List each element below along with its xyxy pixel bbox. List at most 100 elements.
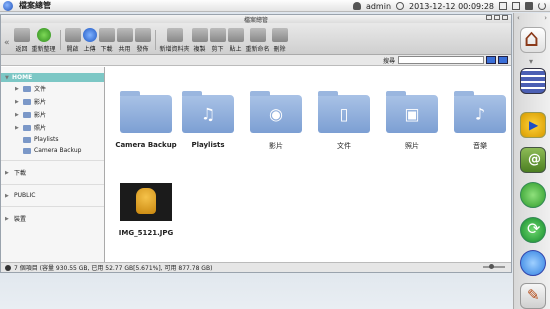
sidebar-group-devices[interactable]: ▶ 裝置 [1, 211, 104, 226]
file-grid: Camera Backup ♫ Playlists ◉ 影片 ▯ 文件 ▣ 照片… [105, 67, 511, 262]
tree-item-label: 照片 [34, 125, 47, 132]
expand-icon[interactable]: ▶ [5, 170, 10, 176]
nav-left-icon[interactable]: « [4, 38, 10, 48]
tree-item-label: 文件 [34, 86, 47, 93]
upload-icon [82, 28, 97, 42]
new-folder-button[interactable]: 新增資料夾 [160, 24, 190, 54]
maximize-button[interactable] [494, 15, 500, 20]
folder-playlists[interactable]: ♫ Playlists [173, 91, 243, 149]
rss-icon[interactable] [525, 2, 533, 10]
window-titlebar[interactable]: 檔案總管 [1, 15, 511, 24]
scissors-icon [209, 28, 226, 42]
tree-item[interactable]: Camera Backup [1, 145, 104, 156]
open-button[interactable]: 開啟 [64, 24, 81, 54]
tree-item-label: 影片 [34, 99, 47, 106]
clock-icon [396, 2, 405, 10]
back-button[interactable]: 返回 [13, 24, 30, 54]
tools-icon[interactable] [520, 283, 546, 309]
tree-item[interactable]: ▶ 文件 [1, 82, 104, 95]
expand-icon[interactable]: ▼ [5, 75, 10, 81]
folder-icon [23, 147, 31, 154]
folder-photos[interactable]: ▣ 照片 [377, 91, 447, 151]
file-manager-window: 檔案總管 « 返回 重新整理 開啟 上傳 下載 共用 發佈 新增資料夾 複製 剪… [0, 14, 512, 273]
sidebar-group-public[interactable]: ▶ PUBLIC [1, 189, 104, 202]
copy-button[interactable]: 複製 [191, 24, 208, 54]
image-thumbnail [120, 183, 172, 221]
tree-item[interactable]: ▶ 影片 [1, 95, 104, 108]
dock-expand-icon[interactable]: ▾ [529, 57, 533, 66]
dock-left-icon[interactable]: ‹ [517, 14, 520, 22]
upload-button[interactable]: 上傳 [82, 24, 97, 54]
grid-app-icon[interactable] [520, 68, 546, 94]
sync-icon[interactable] [520, 217, 546, 243]
folder-icon [23, 111, 31, 118]
folder-icon [23, 136, 31, 143]
cut-label: 剪下 [211, 46, 224, 53]
cut-button[interactable]: 剪下 [209, 24, 226, 54]
new-folder-icon [166, 28, 183, 42]
file-item[interactable]: IMG_5121.JPG [111, 183, 181, 237]
minimize-button[interactable] [486, 15, 492, 20]
zoom-slider[interactable] [483, 264, 505, 269]
delete-button[interactable]: 刪除 [271, 24, 288, 54]
dock-header: ‹ › [514, 13, 550, 23]
window-title: 檔案總管 [243, 17, 268, 24]
folder-video[interactable]: ◉ 影片 [241, 91, 311, 151]
system-title: 檔案總管 [19, 1, 51, 10]
print-icon[interactable] [512, 2, 520, 10]
playlist-icon: ♫ [182, 91, 234, 133]
app-logo-icon[interactable] [3, 0, 13, 11]
datetime: 2013-12-12 00:09:28 [409, 1, 494, 11]
storage-icon[interactable] [499, 2, 507, 10]
tree-item-label: 影片 [34, 112, 47, 119]
network-icon[interactable] [520, 182, 546, 208]
power-icon[interactable] [538, 2, 546, 10]
download-manager-icon[interactable] [520, 250, 546, 276]
tree-item[interactable]: ▶ 照片 [1, 121, 104, 134]
folder-icon [23, 85, 31, 92]
search-input[interactable] [398, 56, 484, 64]
rename-icon [249, 28, 266, 42]
expand-icon[interactable]: ▶ [15, 99, 20, 105]
username[interactable]: admin [366, 2, 391, 11]
user-icon[interactable] [352, 2, 361, 10]
expand-icon[interactable]: ▶ [5, 216, 10, 222]
search-label: 搜尋 [382, 57, 395, 65]
refresh-label: 重新整理 [31, 46, 56, 53]
publish-button[interactable]: 發佈 [134, 24, 151, 54]
share-label: 共用 [118, 46, 131, 53]
download-button[interactable]: 下載 [98, 24, 115, 54]
dock-right-icon[interactable]: › [544, 14, 547, 22]
folder-documents[interactable]: ▯ 文件 [309, 91, 379, 151]
expand-icon[interactable]: ▶ [15, 86, 20, 92]
rename-button[interactable]: 重新命名 [246, 24, 270, 54]
sidebar-group-downloads[interactable]: ▶ 下載 [1, 165, 104, 180]
tree-item[interactable]: Playlists [1, 134, 104, 145]
download-label: 下載 [100, 46, 113, 53]
folder-camera-backup[interactable]: Camera Backup [111, 91, 181, 149]
sidebar-group-label: PUBLIC [14, 192, 36, 199]
expand-icon[interactable]: ▶ [15, 112, 20, 118]
window-controls [486, 15, 508, 20]
toolbar: « 返回 重新整理 開啟 上傳 下載 共用 發佈 新增資料夾 複製 剪下 貼上 … [1, 23, 511, 55]
media-player-icon[interactable] [520, 112, 546, 138]
list-view-icon[interactable] [486, 56, 496, 64]
tree-item[interactable]: ▶ 影片 [1, 108, 104, 121]
toolbar-divider [59, 30, 61, 50]
mail-icon[interactable] [520, 147, 546, 173]
folder-music[interactable]: ♪ 音樂 [445, 91, 515, 151]
expand-icon[interactable]: ▶ [5, 193, 10, 199]
tree-root-home[interactable]: ▼ HOME [1, 73, 104, 82]
expand-icon[interactable]: ▶ [15, 125, 20, 131]
divider [1, 160, 104, 161]
refresh-button[interactable]: 重新整理 [32, 24, 56, 54]
paste-button[interactable]: 貼上 [227, 24, 244, 54]
new-folder-label: 新增資料夾 [159, 46, 190, 53]
home-icon[interactable] [520, 24, 546, 53]
grid-view-icon[interactable] [498, 56, 508, 64]
share-button[interactable]: 共用 [116, 24, 133, 54]
sidebar-group-label: 下載 [14, 170, 27, 177]
paste-label: 貼上 [229, 46, 242, 53]
info-icon [5, 264, 11, 271]
close-button[interactable] [502, 15, 508, 20]
